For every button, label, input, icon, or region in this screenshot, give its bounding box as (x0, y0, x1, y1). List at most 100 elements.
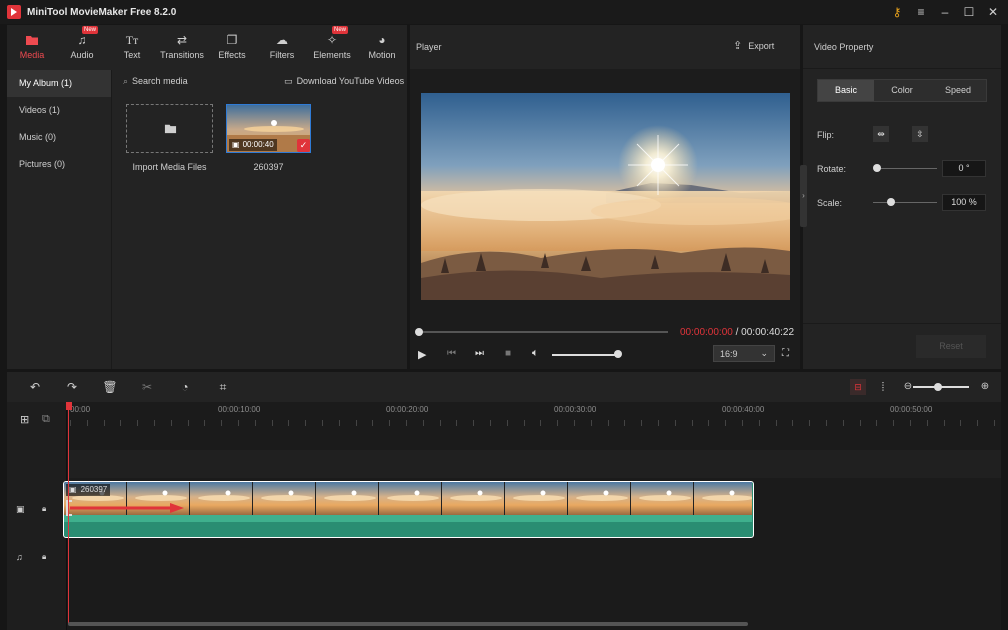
rotate-input[interactable]: 0 ° (942, 160, 986, 177)
timeline-playhead[interactable] (68, 402, 69, 624)
media-clip-thumbnail[interactable]: ▣ 00:00:40 ✓ (226, 104, 311, 153)
minimize-icon[interactable]: – (936, 3, 954, 21)
speed-icon[interactable]: ◔ (177, 379, 193, 395)
add-track-icon[interactable]: ⊞ (20, 413, 29, 426)
scale-slider[interactable] (873, 202, 937, 203)
flip-vertical-icon[interactable]: ⇳ (912, 126, 928, 142)
search-icon: ⌕ (123, 75, 129, 86)
music-icon: ♫ (77, 33, 87, 47)
stop-button[interactable]: ■ (505, 348, 511, 359)
export-button[interactable]: ⇪ Export (733, 39, 774, 52)
redo-icon[interactable]: ↷ (64, 379, 80, 395)
tab-transitions-label: Transitions (160, 50, 204, 60)
album-music[interactable]: Music (0) (7, 124, 111, 151)
progress-knob[interactable] (415, 328, 423, 336)
timeline-toolbar: ↶ ↷ 🗑︎ ✂ ◔ ⌗ ⊟ ⦙ ⊖ ⊕ (7, 372, 1001, 402)
maximize-icon[interactable]: ☐ (960, 3, 978, 21)
timeline-lane-audio[interactable] (68, 542, 1001, 572)
ruler-tick (322, 420, 323, 426)
media-clip-name: 260397 (253, 162, 284, 172)
ruler-tick (540, 420, 542, 426)
play-button[interactable]: ▶ (418, 348, 432, 362)
reset-button[interactable]: Reset (916, 335, 986, 358)
search-input[interactable]: Search media (132, 76, 252, 86)
lock-icon[interactable]: 🔒︎ (42, 552, 46, 562)
crop-icon[interactable]: ⌗ (215, 379, 231, 395)
album-my-album[interactable]: My Album (1) (7, 70, 111, 97)
key-icon[interactable]: ⚷ (888, 3, 906, 21)
rotate-knob[interactable] (873, 164, 881, 172)
collapse-panel-chevron-icon[interactable]: › (800, 165, 807, 227)
ruler-tick (674, 420, 676, 426)
ruler-tick (523, 420, 525, 426)
tab-motion[interactable]: ◕ Motion (357, 25, 407, 69)
tab-effects[interactable]: ❐ Effects (207, 25, 257, 69)
timeline-ruler: 00:00 00:00:10:00 00:00:20:00 00:00:30:00 00… (68, 402, 1001, 450)
timeline-scrollbar[interactable] (68, 622, 748, 626)
tab-text-label: Text (123, 50, 141, 60)
film-icon: ▣ (69, 485, 77, 494)
tab-filters[interactable]: ☁ Filters (257, 25, 307, 69)
tab-filters-label: Filters (269, 50, 295, 60)
close-icon[interactable]: ✕ (984, 3, 1002, 21)
next-frame-button[interactable]: ⏭ (475, 348, 484, 359)
delete-icon[interactable]: 🗑︎ (102, 379, 118, 395)
split-icon[interactable]: ✂ (139, 379, 155, 395)
ruler-tick (658, 420, 659, 426)
scale-input[interactable]: 100 % (942, 194, 986, 211)
ruler-tick (641, 420, 643, 426)
download-youtube-link[interactable]: Download YouTube Videos (297, 76, 405, 86)
fullscreen-icon[interactable]: ⛶ (782, 348, 789, 359)
copy-track-icon[interactable]: ⧉ (42, 413, 50, 426)
ruler-tick (490, 420, 491, 426)
ruler-tick (355, 420, 357, 426)
ruler-tick (758, 420, 760, 426)
volume-icon[interactable]: 🔈︎ (532, 347, 539, 360)
lock-icon[interactable]: 🔒︎ (42, 504, 46, 514)
flip-horizontal-icon[interactable]: ⇹ (873, 126, 889, 142)
volume-knob[interactable] (614, 350, 622, 358)
ruler-tick (456, 420, 458, 426)
fit-timeline-icon[interactable]: ⦙ (875, 379, 891, 395)
player-title: Player (416, 42, 442, 52)
ruler-tick (994, 420, 995, 426)
timeline-video-clip[interactable]: ▣ 260397 (63, 481, 754, 538)
import-media-button[interactable] (126, 104, 213, 153)
album-pictures[interactable]: Pictures (0) (7, 151, 111, 178)
tab-color[interactable]: Color (874, 80, 930, 101)
rotate-slider[interactable] (877, 168, 937, 169)
main-toolbar: Media New ♫ Audio Tт Text ⇄ Transitions … (7, 25, 407, 69)
snap-icon[interactable]: ⊟ (850, 379, 866, 395)
aspect-ratio-select[interactable]: 16:9 ⌄ (713, 345, 775, 362)
tab-basic[interactable]: Basic (818, 80, 874, 101)
playhead-handle[interactable] (66, 402, 72, 410)
tab-speed[interactable]: Speed (930, 80, 986, 101)
tab-transitions[interactable]: ⇄ Transitions (157, 25, 207, 69)
album-list: My Album (1) Videos (1) Music (0) Pictur… (7, 70, 112, 369)
zoom-knob[interactable] (934, 383, 942, 391)
ruler-tick (910, 420, 911, 426)
scale-knob[interactable] (887, 198, 895, 206)
volume-track[interactable] (552, 354, 618, 356)
new-badge: New (82, 26, 99, 34)
previous-frame-button[interactable]: ⏮ (447, 348, 456, 359)
clip-duration-overlay: ▣ 00:00:40 (229, 139, 277, 151)
transitions-icon: ⇄ (176, 33, 188, 47)
tab-audio[interactable]: New ♫ Audio (57, 25, 107, 69)
import-media-label: Import Media Files (132, 162, 207, 172)
time-current: 00:00:00:00 (680, 327, 733, 338)
album-videos[interactable]: Videos (1) (7, 97, 111, 124)
property-panel: Video Property › Basic Color Speed Flip:… (800, 25, 1001, 369)
progress-track[interactable] (419, 331, 668, 333)
ruler-tick (238, 420, 239, 426)
timeline-lane-overlay[interactable] (68, 450, 1001, 478)
menu-icon[interactable]: ≡ (912, 3, 930, 21)
tab-elements[interactable]: New ✧ Elements (307, 25, 357, 69)
tab-text[interactable]: Tт Text (107, 25, 157, 69)
tab-media[interactable]: Media (7, 25, 57, 69)
video-preview[interactable] (421, 93, 790, 300)
undo-icon[interactable]: ↶ (27, 379, 43, 395)
zoom-in-icon[interactable]: ⊕ (977, 379, 993, 395)
folder-icon (164, 124, 177, 134)
clip-trim-handle-left[interactable] (66, 500, 72, 516)
